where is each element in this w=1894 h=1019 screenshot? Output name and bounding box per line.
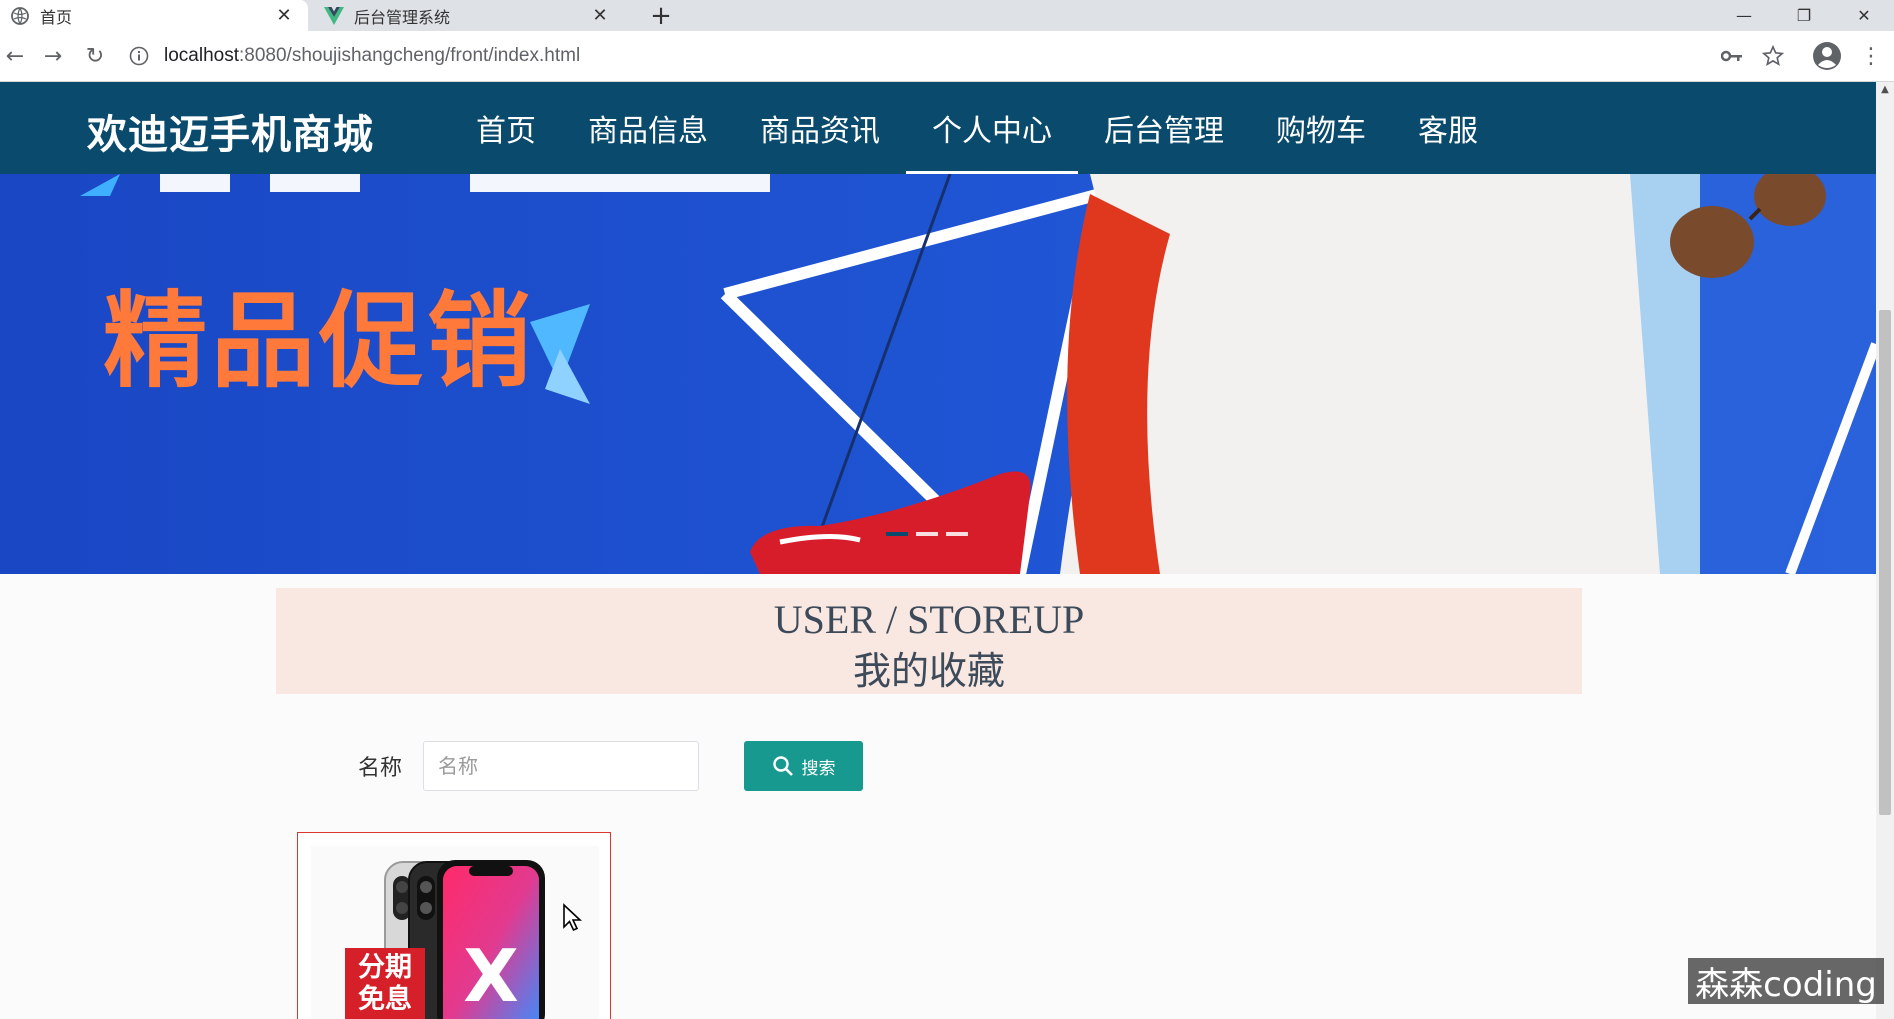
svg-text:X: X [463,934,519,1018]
close-tab-icon[interactable]: ✕ [272,5,296,26]
nav-customer-service[interactable]: 客服 [1392,82,1504,174]
window-controls: — ❐ ✕ [1714,0,1894,31]
tab-admin[interactable]: 后台管理系统 ✕ [314,0,624,31]
url-text: localhost:8080/shoujishangcheng/front/in… [164,45,580,67]
vue-logo-icon [324,6,344,26]
nav-cart[interactable]: 购物车 [1250,82,1392,174]
nav-personal-center[interactable]: 个人中心 [906,82,1078,174]
section-title-cn: 我的收藏 [852,649,1005,693]
address-bar: ← → ↻ localhost:8080/shoujishangcheng/fr… [0,31,1894,82]
section-title-en: USER / STOREUP [773,597,1085,642]
url-field[interactable]: localhost:8080/shoujishangcheng/front/in… [128,38,1728,74]
menu-kebab-icon[interactable]: ⋮ [1856,41,1886,71]
installment-badge: 分期 免息 [345,948,425,1019]
globe-icon [10,6,30,26]
nav-admin[interactable]: 后台管理 [1078,82,1250,174]
new-tab-button[interactable]: + [646,0,676,31]
search-button[interactable]: 搜索 [744,741,863,791]
carousel-dot[interactable] [946,532,968,536]
minimize-icon[interactable]: — [1714,0,1774,31]
tab-title: 后台管理系统 [354,7,451,27]
profile-avatar-icon[interactable] [1812,41,1842,71]
forward-icon[interactable]: → [38,41,68,71]
back-icon[interactable]: ← [0,41,30,71]
carousel-dot[interactable] [886,532,908,536]
site-logo[interactable]: 欢迪迈手机商城 [87,102,374,160]
main-nav: 首页 商品信息 商品资讯 个人中心 后台管理 购物车 客服 [450,82,1504,174]
close-tab-icon[interactable]: ✕ [588,5,612,26]
browser-tab-bar: 首页 ✕ 后台管理系统 ✕ + — ❐ ✕ [0,0,1894,31]
mouse-cursor-icon [563,903,583,932]
search-icon [772,756,793,776]
url-host: localhost [164,45,239,66]
key-icon[interactable] [1717,41,1747,71]
name-search-input[interactable] [423,741,699,791]
promo-banner[interactable]: 精品促销 [0,174,1876,574]
close-window-icon[interactable]: ✕ [1834,0,1894,31]
section-title-box: USER / STOREUP 我的收藏 [276,588,1582,694]
restore-icon[interactable]: ❐ [1774,0,1834,31]
search-button-label: 搜索 [801,758,836,779]
scrollbar-thumb[interactable] [1879,310,1891,815]
nav-product-info[interactable]: 商品信息 [562,82,734,174]
site-header: 欢迪迈手机商城 首页 商品信息 商品资讯 个人中心 后台管理 购物车 客服 [0,82,1876,174]
scroll-up-icon[interactable]: ▲ [1879,84,1891,98]
nav-home[interactable]: 首页 [450,82,562,174]
product-image: X 分期 免息 [311,846,599,1019]
tab-home[interactable]: 首页 ✕ [0,0,308,31]
promo-text: 精品促销 [103,280,536,402]
reload-icon[interactable]: ↻ [80,41,110,71]
badge-line2: 免息 [358,984,412,1015]
name-field-label: 名称 [358,756,403,781]
tab-title: 首页 [40,7,73,27]
star-icon[interactable] [1758,41,1788,71]
carousel-dots [886,532,968,536]
carousel-dot[interactable] [916,532,938,536]
url-path: :8080/shoujishangcheng/front/index.html [239,45,581,66]
nav-product-news[interactable]: 商品资讯 [734,82,906,174]
info-icon[interactable] [128,45,150,67]
watermark: 森森coding [1688,958,1884,1005]
badge-line1: 分期 [358,952,412,983]
